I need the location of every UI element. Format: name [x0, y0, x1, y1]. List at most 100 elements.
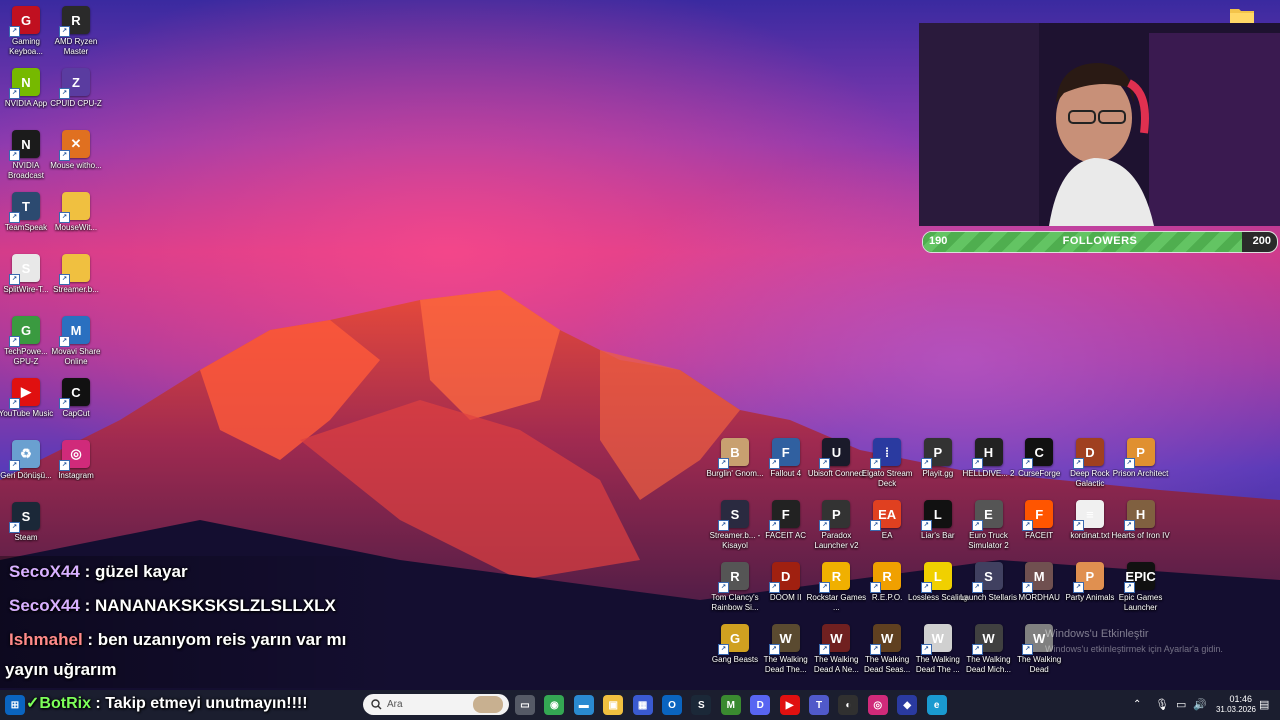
shortcut-arrow-icon: ↗	[870, 520, 882, 531]
desktop-icon-ea[interactable]: EA ↗ EA	[861, 500, 913, 558]
file-explorer-icon[interactable]: ▣	[603, 695, 624, 715]
desktop-icon-launch-stellaris[interactable]: S ↗ Launch Stellaris	[960, 562, 1017, 620]
desktop-icon-rockstar-games-launcher[interactable]: R ↗ Rockstar Games ...	[807, 562, 866, 620]
shortcut-arrow-icon: ↗	[59, 398, 70, 409]
desktop-icon-ubisoft-connect[interactable]: U ↗ Ubisoft Connect	[808, 438, 865, 496]
desktop-icon-gang-beasts[interactable]: G ↗ Gang Beasts	[709, 624, 761, 682]
desktop-icon-nvidia-broadcast[interactable]: N ↗ NVIDIA Broadcast	[0, 130, 52, 188]
taskbar-search[interactable]: Ara	[363, 694, 509, 715]
verified-check-icon: ✓	[26, 695, 40, 712]
desktop-icon-paradox-launcher[interactable]: P ↗ Paradox Launcher v2	[810, 500, 862, 558]
youtube-icon[interactable]: ▶	[779, 695, 800, 715]
shortcut-arrow-icon: ↗	[1022, 582, 1034, 593]
burglin-gnomes-icon: B ↗	[718, 438, 749, 469]
desktop-icon-streamer-folder[interactable]: ↗ Streamer.b...	[50, 254, 102, 312]
desktop-icon-gaming-keyboard[interactable]: G ↗ Gaming Keyboa...	[0, 6, 52, 64]
desktop-icon-recycle-bin[interactable]: ♻ ↗ Geri Dönüşü...	[0, 440, 52, 498]
desktop-icon-twd-3[interactable]: W ↗ The Walking Dead Seas...	[861, 624, 913, 682]
volume-icon[interactable]: 🔊	[1193, 698, 1207, 711]
shortcut-arrow-icon: ↗	[819, 644, 831, 655]
start-button[interactable]: ⊞	[5, 695, 25, 715]
search-icon	[371, 699, 382, 710]
shortcut-arrow-icon: ↗	[819, 458, 831, 469]
steam-taskbar-icon[interactable]: S	[691, 695, 712, 715]
desktop-icon-steam[interactable]: S ↗ Steam	[0, 502, 52, 560]
clock-date[interactable]: 31.03.2026	[1212, 705, 1256, 714]
desktop-icon-capcut[interactable]: C ↗ CapCut	[50, 378, 102, 436]
desktop-icon-prison-architect[interactable]: P ↗ Prison Architect	[1113, 438, 1168, 496]
network-icon[interactable]: ▭	[1176, 698, 1186, 711]
desktop-icon-movavi-share[interactable]: M ↗ Movavi Share Online	[50, 316, 102, 374]
search-highlight-icon	[473, 696, 503, 713]
desktop-icon-streamer-kisayol[interactable]: S ↗ Streamer.b... - Kisayol	[709, 500, 761, 558]
clock-time[interactable]: 01:46	[1212, 694, 1252, 704]
shortcut-arrow-icon: ↗	[718, 582, 729, 593]
store-icon[interactable]: ▦	[632, 695, 653, 715]
shortcut-arrow-icon: ↗	[1022, 520, 1034, 531]
shortcut-arrow-icon: ↗	[9, 274, 20, 285]
shortcut-arrow-icon: ↗	[1072, 582, 1084, 593]
desktop-icon-techpowerup-gpuz[interactable]: G ↗ TechPowe... GPU-Z	[0, 316, 52, 374]
lossless-scaling-icon: L ↗	[920, 562, 952, 593]
shortcut-arrow-icon: ↗	[1123, 520, 1135, 531]
desktop-icon-deep-rock-galactic[interactable]: D ↗ Deep Rock Galactic	[1064, 438, 1116, 496]
edge-icon[interactable]: e	[926, 695, 947, 715]
desktop-icon-faceit[interactable]: F ↗ FACEIT	[1013, 500, 1065, 558]
desktop-icon-fallout-4[interactable]: F ↗ Fallout 4	[760, 438, 812, 496]
desktop-icon-splitwire[interactable]: S ↗ SplitWire-T...	[0, 254, 52, 312]
shortcut-arrow-icon: ↗	[1123, 582, 1135, 593]
helldivers-2-icon: H ↗	[971, 438, 1003, 469]
discord-icon[interactable]: D	[750, 695, 771, 715]
desktop-icon-instagram[interactable]: ◎ ↗ Instagram	[50, 440, 102, 498]
shortcut-arrow-icon: ↗	[59, 212, 70, 223]
minecraft-icon[interactable]: M	[720, 695, 741, 715]
teams-icon[interactable]: T	[809, 695, 829, 715]
outlook-icon[interactable]: O	[662, 695, 682, 715]
task-view-icon[interactable]: ▭	[515, 695, 535, 715]
shortcut-arrow-icon: ↗	[1072, 520, 1084, 531]
chat-username: BotRix	[39, 695, 91, 712]
desktop-icon-curseforge[interactable]: C ↗ CurseForge	[1013, 438, 1065, 496]
shortcut-arrow-icon: ↗	[971, 458, 983, 469]
chrome-icon[interactable]: ◉	[544, 695, 565, 715]
desktop-icon-doom-ii[interactable]: D ↗ DOOM II	[760, 562, 812, 620]
desktop-icon-euro-truck-simulator-2[interactable]: E ↗ Euro Truck Simulator 2	[963, 500, 1015, 558]
shortcut-arrow-icon: ↗	[768, 644, 780, 655]
notification-icon[interactable]: ▤	[1259, 698, 1269, 711]
desktop-icon-mordhau[interactable]: M ↗ MORDHAU	[1013, 562, 1065, 620]
desktop-icon-mousewit-folder[interactable]: ↗ MouseWit...	[50, 192, 102, 250]
desktop-icon-cpuid-cpu-z[interactable]: Z ↗ CPUID CPU-Z	[50, 68, 102, 126]
desktop-icon-tom-clancys-rainbow[interactable]: R ↗ Tom Clancy's Rainbow Si...	[709, 562, 761, 620]
desktop-icon-nvidia-app[interactable]: N ↗ NVIDIA App	[0, 68, 52, 126]
microphone-icon[interactable]: 🎙	[1155, 698, 1169, 711]
desktop-icon-helldivers-2[interactable]: H ↗ HELLDIVE... 2	[962, 438, 1015, 496]
desktop-icon-twd-4[interactable]: W ↗ The Walking Dead The ...	[912, 624, 964, 682]
desktop-icon-twd-1[interactable]: W ↗ The Walking Dead The...	[760, 624, 812, 682]
desktop-icon-lossless-scaling[interactable]: L ↗ Lossless Scaling	[908, 562, 968, 620]
desktop-icon-burglin-gnomes[interactable]: B ↗ Burglin' Gnom...	[706, 438, 764, 496]
desktop-icon[interactable]: ▬	[573, 695, 594, 715]
desktop-icon-faceit-ac[interactable]: F ↗ FACEIT AC	[760, 500, 812, 558]
faceit-icon: F ↗	[1022, 500, 1054, 531]
chat-username: Ishmahel	[9, 630, 83, 649]
obs-icon[interactable]: ◐	[838, 695, 859, 715]
desktop-icon-mouse-without[interactable]: ✕ ↗ Mouse witho...	[50, 130, 102, 188]
desktop-icon-twd-5[interactable]: W ↗ The Walking Dead Mich...	[963, 624, 1015, 682]
mousewit-folder-icon: ↗	[59, 192, 90, 223]
desktop-icon-playit-gg[interactable]: P ↗ Playit.gg	[912, 438, 964, 496]
chevron-up-icon[interactable]: ⌃	[1133, 699, 1141, 710]
desktop-icon-party-animals[interactable]: P ↗ Party Animals	[1064, 562, 1116, 620]
desktop-icon-hearts-of-iron-iv[interactable]: H ↗ Hearts of Iron IV	[1111, 500, 1170, 558]
desktop-icon-repo[interactable]: R ↗ R.E.P.O.	[861, 562, 913, 620]
desktop-icon-twd-2[interactable]: W ↗ The Walking Dead A Ne...	[810, 624, 862, 682]
desktop-icon-teamspeak[interactable]: T ↗ TeamSpeak	[0, 192, 52, 250]
desktop-icon-kordinat-txt[interactable]: ≡ ↗ kordinat.txt	[1064, 500, 1116, 558]
shortcut-arrow-icon: ↗	[9, 522, 20, 533]
desktop-icon-elgato-stream-deck[interactable]: ⁞ ↗ Elgato Stream Deck	[861, 438, 913, 496]
desktop-icon-youtube-music[interactable]: ▶ ↗ YouTube Music	[0, 378, 53, 436]
desktop-icon-epic-games-launcher[interactable]: EPIC ↗ Epic Games Launcher	[1115, 562, 1167, 620]
elgato-taskbar-icon[interactable]: ◆	[897, 695, 918, 715]
instagram-taskbar-icon[interactable]: ◎	[867, 695, 888, 715]
desktop-icon-amd-ryzen-master[interactable]: R ↗ AMD Ryzen Master	[50, 6, 102, 64]
desktop-icon-liars-bar[interactable]: L ↗ Liar's Bar	[912, 500, 964, 558]
